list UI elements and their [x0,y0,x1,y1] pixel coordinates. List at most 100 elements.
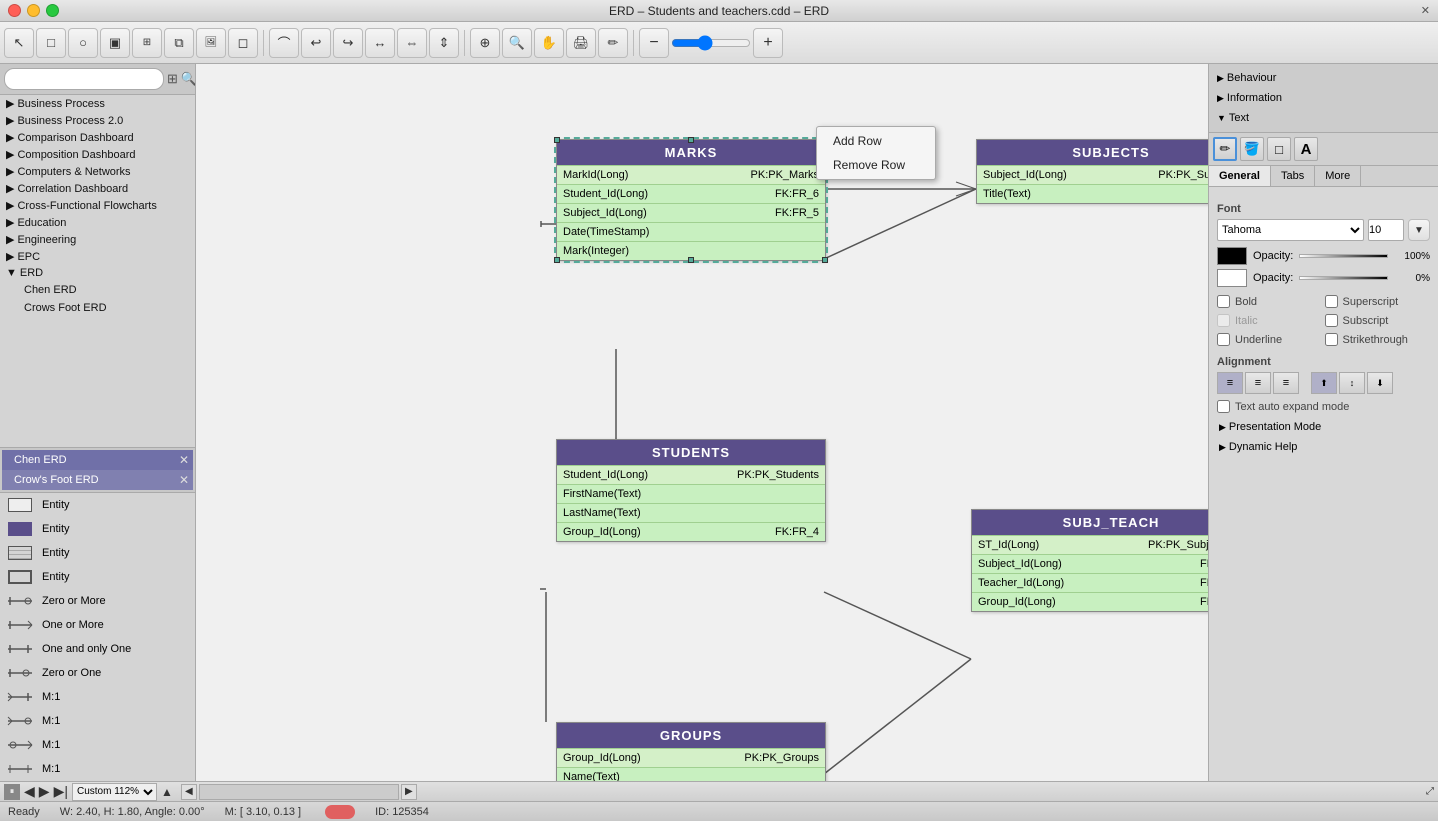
students-row-1[interactable]: FirstName(Text) [557,484,825,503]
handle-bl[interactable] [554,257,560,263]
table-students[interactable]: STUDENTS Student_Id(Long) PK:PK_Students… [556,439,826,542]
rect-tool[interactable]: □ [36,28,66,58]
rp-strikethrough-check[interactable]: Strikethrough [1325,333,1431,346]
color-swatch-2[interactable] [1217,269,1247,287]
align-left-btn[interactable]: ≡ [1217,372,1243,394]
sidebar-item-crows-foot-erd[interactable]: Crows Foot ERD [0,299,195,317]
shape-entity-3[interactable]: Entity [0,541,195,565]
zoom-in-tool[interactable]: + [753,28,783,58]
next-btn[interactable]: ▶ [39,783,50,800]
sidebar-item-chen-erd[interactable]: Chen ERD [0,281,195,299]
image-tool[interactable]: 🖼 [196,28,226,58]
subjects-row-0[interactable]: Subject_Id(Long) PK:PK_Subjects [977,165,1208,184]
rp-subscript-check[interactable]: Subscript [1325,314,1431,327]
ctx-add-row[interactable]: Add Row [817,129,935,153]
undo-tool[interactable]: ↩ [301,28,331,58]
ellipse-tool[interactable]: ○ [68,28,98,58]
sidebar-item-erd[interactable]: ▼ ERD [0,265,195,281]
color-swatch-1[interactable] [1217,247,1247,265]
scroll-left-btn[interactable]: ◀ [181,784,197,800]
sidebar-item-education[interactable]: ▶ Education [0,214,195,231]
ctx-remove-row[interactable]: Remove Row [817,153,935,177]
zoom-out-tool[interactable]: − [639,28,669,58]
pan-tool[interactable]: ✋ [534,28,564,58]
align-center-btn[interactable]: ≡ [1245,372,1271,394]
rp-auto-expand-check[interactable]: Text auto expand mode [1217,400,1430,413]
handle-bm[interactable] [688,257,694,263]
close-crows-tab[interactable]: ✕ [179,473,189,487]
handle-tm[interactable] [688,137,694,143]
rp-italic-check[interactable]: Italic [1217,314,1323,327]
zoom-up-btn[interactable]: ▲ [161,785,173,799]
sidebar-item-computers[interactable]: ▶ Computers & Networks [0,163,195,180]
rp-presentation-mode[interactable]: ▶ Presentation Mode [1217,417,1430,437]
marks-row-3[interactable]: Date(TimeStamp) [557,222,825,241]
rp-paint-icon[interactable]: 🪣 [1240,137,1264,161]
print-tool[interactable]: 🖨 [566,28,596,58]
group-tool[interactable]: ⧉ [164,28,194,58]
rp-tab-general[interactable]: General [1209,166,1271,186]
students-row-0[interactable]: Student_Id(Long) PK:PK_Students [557,465,825,484]
shape-zero-more[interactable]: Zero or More [0,589,195,613]
zoom-slider[interactable] [671,35,751,51]
shape-m1-c[interactable]: M:1 [0,733,195,757]
handle-tl[interactable] [554,137,560,143]
select-tool[interactable]: ↖ [4,28,34,58]
marks-row-0[interactable]: MarkId(Long) PK:PK_Marks [557,165,825,184]
valign-top-btn[interactable]: ⬆ [1311,372,1337,394]
sidebar-item-business-process2[interactable]: ▶ Business Process 2.0 [0,112,195,129]
rp-underline-check[interactable]: Underline [1217,333,1323,346]
line-tool[interactable]: ⇕ [429,28,459,58]
subj-teach-row-3[interactable]: Group_Id(Long) FK:FR_1 [972,592,1208,611]
active-tab-chen[interactable]: Chen ERD ✕ [2,450,193,470]
pencil-tool[interactable]: ✏ [598,28,628,58]
maximize-button[interactable] [46,4,59,17]
last-btn[interactable]: ▶| [54,783,68,800]
rp-dynamic-help[interactable]: ▶ Dynamic Help [1217,437,1430,457]
diagram-canvas[interactable]: MARKS MarkId(Long) PK:PK_Marks Student_I… [196,64,1208,781]
window-close[interactable]: ✕ [1421,4,1430,17]
pause-btn[interactable]: ⏸ [4,784,20,800]
rp-text-section[interactable]: ▼ Text [1215,108,1432,128]
shape-m1-b[interactable]: M:1 [0,709,195,733]
sidebar-item-correlation[interactable]: ▶ Correlation Dashboard [0,180,195,197]
subj-teach-row-1[interactable]: Subject_Id(Long) FK:FR_3 [972,554,1208,573]
sidebar-item-engineering[interactable]: ▶ Engineering [0,231,195,248]
redo-tool[interactable]: ↪ [333,28,363,58]
marks-row-1[interactable]: Student_Id(Long) FK:FR_6 [557,184,825,203]
minimize-button[interactable] [27,4,40,17]
connector-tool[interactable]: ⇔ [397,28,427,58]
canvas-area[interactable]: MARKS MarkId(Long) PK:PK_Marks Student_I… [196,64,1208,781]
table-groups[interactable]: GROUPS Group_Id(Long) PK:PK_Groups Name(… [556,722,826,781]
shape-one-only[interactable]: One and only One [0,637,195,661]
active-tab-crows[interactable]: Crow's Foot ERD ✕ [2,470,193,490]
rp-information-section[interactable]: ▶ Information [1215,88,1432,108]
rp-superscript-check[interactable]: Superscript [1325,295,1431,308]
zoom-select[interactable]: Custom 112% 50% 75% 100% 125% 150% 200% [72,783,157,801]
grid-view-icon[interactable]: ⊞ [167,68,178,90]
shape-m1-a[interactable]: M:1 [0,685,195,709]
rp-pencil-icon[interactable]: ✏ [1213,137,1237,161]
groups-row-1[interactable]: Name(Text) [557,767,825,781]
search-canvas-tool[interactable]: 🔍 [502,28,532,58]
font-family-select[interactable]: Tahoma [1217,219,1364,241]
search-input[interactable] [4,68,164,90]
handle-br[interactable] [822,257,828,263]
sidebar-item-composition[interactable]: ▶ Composition Dashboard [0,146,195,163]
grid-tool[interactable]: ▣ [100,28,130,58]
font-size-input[interactable] [1368,219,1404,241]
rp-tab-more[interactable]: More [1315,166,1361,186]
students-row-3[interactable]: Group_Id(Long) FK:FR_4 [557,522,825,541]
valign-middle-btn[interactable]: ↕ [1339,372,1365,394]
opacity-slider-1[interactable] [1299,254,1388,258]
expand-btn[interactable]: ⤢ [1426,786,1434,797]
shape-zero-one[interactable]: Zero or One [0,661,195,685]
rp-tab-tabs[interactable]: Tabs [1271,166,1315,186]
valign-bottom-btn[interactable]: ⬇ [1367,372,1393,394]
sidebar-item-business-process[interactable]: ▶ Business Process [0,95,195,112]
crop-tool[interactable]: ◻ [228,28,258,58]
align-right-btn[interactable]: ≡ [1273,372,1299,394]
rp-behaviour-section[interactable]: ▶ Behaviour [1215,68,1432,88]
scroll-right-btn[interactable]: ▶ [401,784,417,800]
opacity-slider-2[interactable] [1299,276,1388,280]
